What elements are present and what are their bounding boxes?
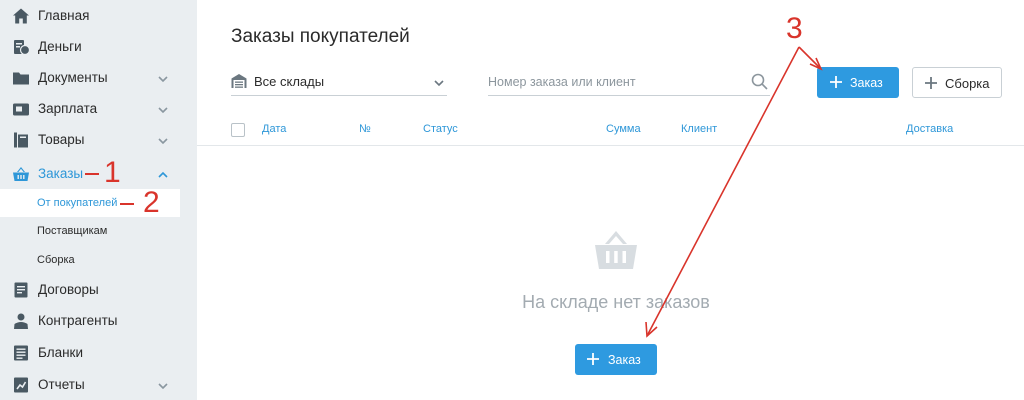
home-icon bbox=[12, 7, 30, 25]
sidebar-item-goods[interactable]: Товары bbox=[0, 124, 197, 155]
sidebar-subitem-label: Поставщикам bbox=[37, 225, 108, 237]
sidebar-subitem-to-suppliers[interactable]: Поставщикам bbox=[0, 217, 197, 245]
sidebar-item-documents[interactable]: Документы bbox=[0, 62, 197, 93]
table-header: Дата № Статус Сумма Клиент Доставка bbox=[197, 115, 1024, 146]
sidebar-item-label: Бланки bbox=[38, 345, 83, 360]
column-header-number[interactable]: № bbox=[359, 123, 371, 135]
contract-icon bbox=[12, 281, 30, 299]
sidebar-subitem-label: От покупателей bbox=[37, 197, 118, 209]
sidebar-item-orders[interactable]: Заказы bbox=[0, 158, 197, 189]
people-icon bbox=[12, 312, 30, 330]
column-header-client[interactable]: Клиент bbox=[681, 123, 717, 135]
search-field[interactable] bbox=[488, 70, 770, 96]
select-all-checkbox[interactable] bbox=[231, 123, 245, 137]
annotation-number-3: 3 bbox=[786, 12, 803, 45]
chevron-down-icon[interactable] bbox=[157, 103, 169, 115]
sidebar-item-label: Документы bbox=[38, 70, 108, 85]
report-icon bbox=[12, 376, 30, 394]
column-header-date[interactable]: Дата bbox=[262, 123, 286, 135]
chevron-down-icon[interactable] bbox=[157, 134, 169, 146]
add-order-button[interactable]: Заказ bbox=[817, 67, 899, 98]
plus-icon bbox=[586, 352, 600, 366]
plus-icon bbox=[829, 75, 843, 89]
sidebar-item-label: Деньги bbox=[38, 39, 82, 54]
add-assembly-button-label: Сборка bbox=[945, 76, 990, 91]
annotation-arrowhead-bottom bbox=[645, 321, 658, 338]
sidebar-item-money[interactable]: Деньги bbox=[0, 31, 197, 62]
column-header-status[interactable]: Статус bbox=[423, 123, 458, 135]
box-icon bbox=[12, 131, 30, 149]
sidebar-item-forms[interactable]: Бланки bbox=[0, 337, 197, 368]
wallet-icon bbox=[12, 100, 30, 118]
plus-icon bbox=[924, 76, 938, 90]
annotation-number-1: 1 bbox=[104, 156, 121, 189]
sidebar-item-contracts[interactable]: Договоры bbox=[0, 274, 197, 305]
sidebar-item-counterparties[interactable]: Контрагенты bbox=[0, 305, 197, 336]
sidebar-item-label: Главная bbox=[38, 8, 90, 23]
chevron-down-icon[interactable] bbox=[157, 379, 169, 391]
search-input[interactable] bbox=[488, 72, 744, 92]
page-title: Заказы покупателей bbox=[231, 26, 410, 47]
sidebar-item-reports[interactable]: Отчеты bbox=[0, 369, 197, 400]
sidebar-item-label: Контрагенты bbox=[38, 313, 118, 328]
chevron-up-icon[interactable] bbox=[157, 168, 169, 180]
add-order-button-label: Заказ bbox=[850, 76, 883, 90]
warehouse-select[interactable]: Все склады bbox=[231, 70, 447, 96]
sidebar-item-label: Зарплата bbox=[38, 101, 98, 116]
chevron-down-icon[interactable] bbox=[433, 76, 445, 88]
basket-icon bbox=[591, 225, 641, 275]
empty-add-order-button-label: Заказ bbox=[608, 353, 641, 367]
folder-icon bbox=[12, 69, 30, 87]
empty-state-text: На складе нет заказов bbox=[522, 292, 710, 312]
sidebar-item-home[interactable]: Главная bbox=[0, 0, 197, 31]
annotation-arrow-to-header-button bbox=[798, 46, 821, 69]
column-header-delivery[interactable]: Доставка bbox=[906, 123, 953, 135]
sidebar: Главная Деньги Документы Зарплата Товары bbox=[0, 0, 197, 400]
money-icon bbox=[12, 38, 30, 56]
annotation-number-2: 2 bbox=[143, 186, 160, 219]
sidebar-item-label: Договоры bbox=[38, 282, 99, 297]
forms-icon bbox=[12, 344, 30, 362]
sidebar-subitem-label: Сборка bbox=[37, 254, 75, 266]
sidebar-item-salary[interactable]: Зарплата bbox=[0, 93, 197, 124]
sidebar-item-label: Товары bbox=[38, 132, 85, 147]
sidebar-subitem-assembly[interactable]: Сборка bbox=[0, 246, 197, 274]
empty-add-order-button[interactable]: Заказ bbox=[575, 344, 657, 375]
column-header-sum[interactable]: Сумма bbox=[606, 123, 641, 135]
search-icon[interactable] bbox=[751, 73, 768, 90]
add-assembly-button[interactable]: Сборка bbox=[912, 67, 1002, 98]
sidebar-item-label: Заказы bbox=[38, 166, 84, 181]
chevron-down-icon[interactable] bbox=[157, 72, 169, 84]
warehouse-icon bbox=[231, 73, 247, 89]
basket-icon bbox=[12, 165, 30, 183]
warehouse-select-value: Все склады bbox=[254, 74, 325, 89]
sidebar-item-label: Отчеты bbox=[38, 377, 85, 392]
